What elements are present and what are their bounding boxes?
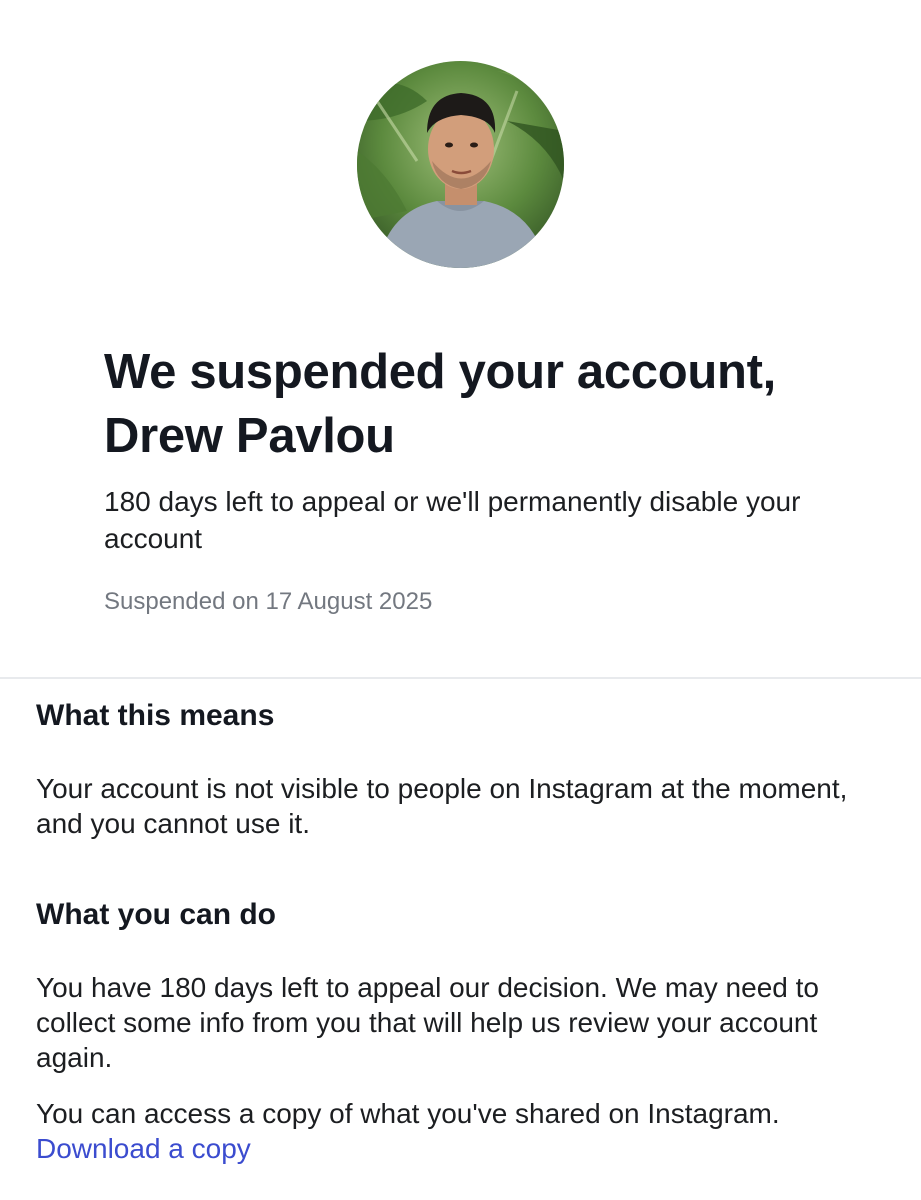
suspension-date: Suspended on 17 August 2025 (104, 588, 433, 615)
access-copy-text: You can access a copy of what you've sha… (36, 1098, 780, 1129)
what-you-can-do-body: You have 180 days left to appeal our dec… (36, 972, 819, 1073)
what-this-means-heading: What this means (36, 699, 275, 732)
section-divider (0, 677, 921, 679)
access-copy-paragraph: You can access a copy of what you've sha… (36, 1096, 886, 1166)
avatar-photo (357, 61, 564, 268)
profile-avatar (357, 61, 564, 268)
what-you-can-do-heading: What you can do (36, 898, 276, 931)
download-copy-link[interactable]: Download a copy (36, 1133, 251, 1164)
page-title: We suspended your account, Drew Pavlou (104, 345, 776, 463)
appeal-deadline-subtitle: 180 days left to appeal or we'll permane… (104, 486, 801, 554)
what-this-means-body: Your account is not visible to people on… (36, 773, 848, 839)
